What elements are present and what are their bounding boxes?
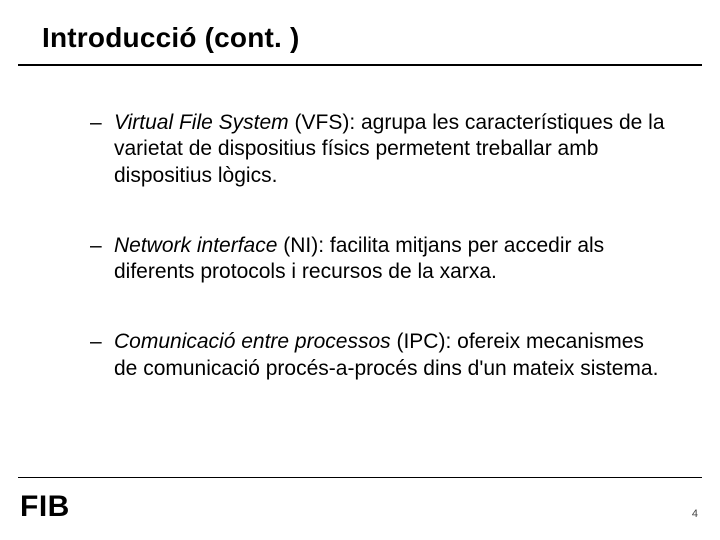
list-item: – Network interface (NI): facilita mitja… xyxy=(90,233,670,286)
footer-divider xyxy=(18,477,702,478)
title-divider xyxy=(18,64,702,66)
bullet-term: Comunicació entre processos xyxy=(114,330,391,353)
page-number: 4 xyxy=(692,508,698,520)
fib-logo: FIB xyxy=(20,492,70,522)
slide-title: Introducció (cont. ) xyxy=(42,22,300,54)
list-item: – Virtual File System (VFS): agrupa les … xyxy=(90,110,670,189)
bullet-dash-icon: – xyxy=(90,233,102,259)
bullet-term: Virtual File System xyxy=(114,111,289,134)
bullet-dash-icon: – xyxy=(90,110,102,136)
bullet-dash-icon: – xyxy=(90,329,102,355)
bullet-term: Network interface xyxy=(114,234,277,257)
list-item: – Comunicació entre processos (IPC): ofe… xyxy=(90,329,670,382)
slide: Introducció (cont. ) – Virtual File Syst… xyxy=(0,0,720,540)
content-area: – Virtual File System (VFS): agrupa les … xyxy=(90,110,670,426)
